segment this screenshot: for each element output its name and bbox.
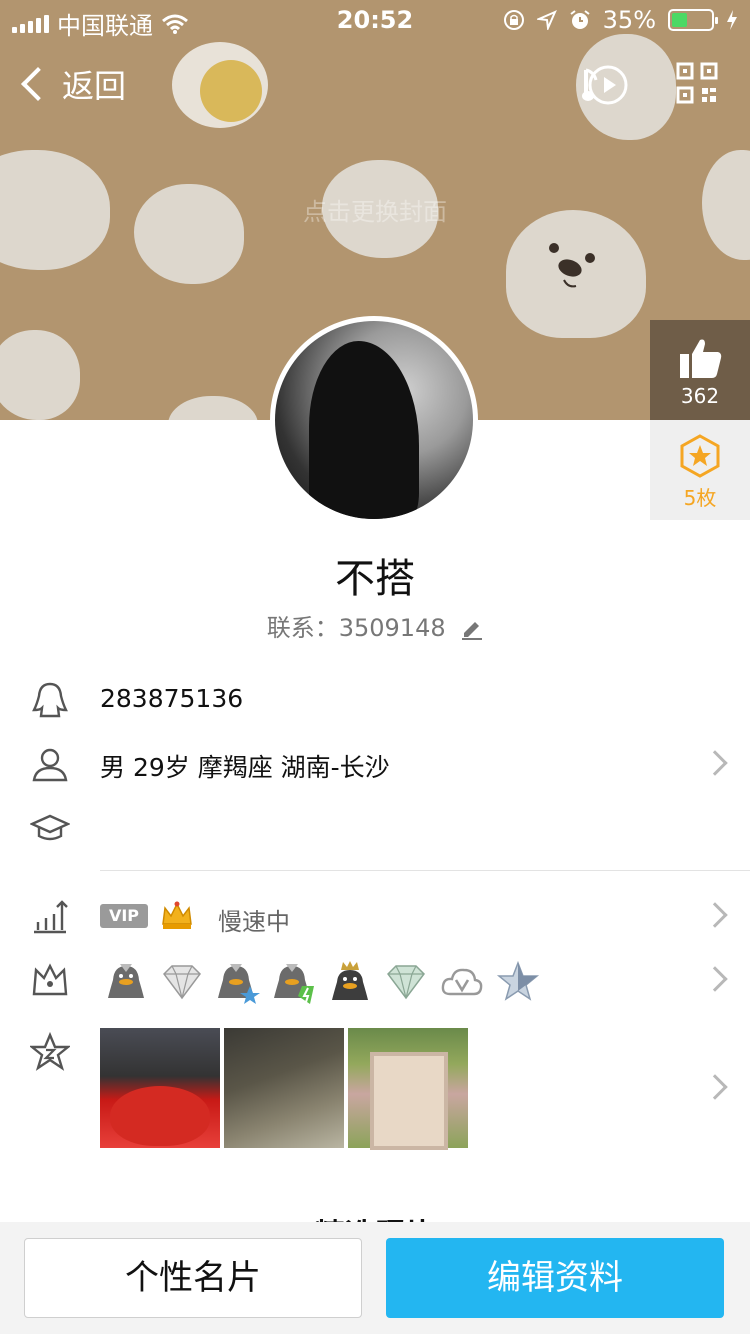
crown-icon — [162, 901, 192, 929]
back-label: 返回 — [62, 67, 127, 105]
personal-card-button[interactable]: 个性名片 — [24, 1238, 362, 1318]
qr-code-icon[interactable] — [676, 62, 718, 104]
bear-face-icon — [549, 243, 595, 288]
penguin-crown-badge-icon — [332, 961, 368, 1000]
photo-thumbnail[interactable] — [100, 1028, 220, 1148]
change-cover-hint[interactable]: 点击更换封面 — [0, 192, 750, 227]
vip-status: 慢速中 — [218, 908, 290, 936]
thumbs-up-icon — [680, 339, 722, 378]
bottom-action-bar: 个性名片 编辑资料 — [0, 1222, 750, 1334]
level-chart-icon — [34, 900, 68, 934]
chevron-right-icon — [702, 750, 728, 776]
avatar[interactable] — [270, 316, 478, 524]
lock-rotation-icon — [503, 10, 524, 30]
status-bar: 中国联通 20:52 35% — [0, 0, 750, 40]
contact-line[interactable]: 联系：3509148 — [0, 608, 750, 643]
photo-thumbnail[interactable] — [348, 1028, 468, 1150]
contact-text: 联系：3509148 — [266, 614, 446, 642]
music-play-icon[interactable] — [580, 60, 630, 110]
cloud-v-badge-icon — [441, 968, 483, 996]
back-button[interactable]: 返回 — [16, 60, 126, 108]
qq-number-row: 283875136 — [0, 670, 750, 730]
photo-thumbnail[interactable] — [224, 1028, 344, 1148]
bun-decoration — [168, 396, 258, 420]
crown-outline-icon — [32, 963, 68, 996]
basic-info-row[interactable]: 男 29岁 摩羯座 湖南-长沙 — [0, 734, 750, 794]
penguin-bolt-badge-icon — [274, 964, 314, 1004]
diamond-badge-icon — [163, 965, 201, 1000]
like-count: 362 — [680, 384, 720, 408]
vip-badge: VIP — [100, 904, 148, 928]
battery-percent: 35% — [602, 6, 656, 34]
penguin-icon — [32, 682, 68, 718]
penguin-grey-badge-icon — [108, 964, 144, 998]
edit-pencil-icon[interactable] — [461, 618, 483, 640]
bear-decoration — [506, 210, 646, 338]
star-badge-icon — [496, 960, 540, 1001]
qq-number: 283875136 — [100, 684, 244, 713]
chevron-right-icon — [702, 902, 728, 928]
back-chevron-icon — [21, 67, 55, 101]
star-zone-icon — [30, 1032, 70, 1071]
egg-decoration — [172, 42, 268, 128]
charging-icon — [727, 10, 737, 30]
school-row[interactable] — [0, 798, 750, 858]
alarm-icon — [570, 10, 590, 29]
basic-info: 男 29岁 摩羯座 湖南-长沙 — [100, 753, 390, 782]
user-icon — [32, 748, 68, 782]
penguin-star-badge-icon — [218, 964, 260, 1004]
chevron-right-icon — [702, 966, 728, 992]
medal-count: 5枚 — [683, 486, 717, 510]
battery-icon — [668, 9, 718, 31]
diamond-green-badge-icon — [387, 965, 425, 1000]
edit-profile-button[interactable]: 编辑资料 — [386, 1238, 724, 1318]
like-counter[interactable]: 362 — [650, 320, 750, 420]
nickname: 不搭 — [335, 556, 415, 602]
location-icon — [536, 10, 557, 30]
medal-counter[interactable]: 5枚 — [650, 420, 750, 520]
bun-decoration — [0, 330, 80, 420]
section-divider — [100, 870, 750, 871]
medal-star-icon — [680, 434, 720, 478]
chevron-right-icon — [702, 1074, 728, 1100]
graduation-cap-icon — [30, 814, 70, 841]
badge-list — [104, 960, 540, 1004]
photo-strip — [100, 1028, 468, 1150]
